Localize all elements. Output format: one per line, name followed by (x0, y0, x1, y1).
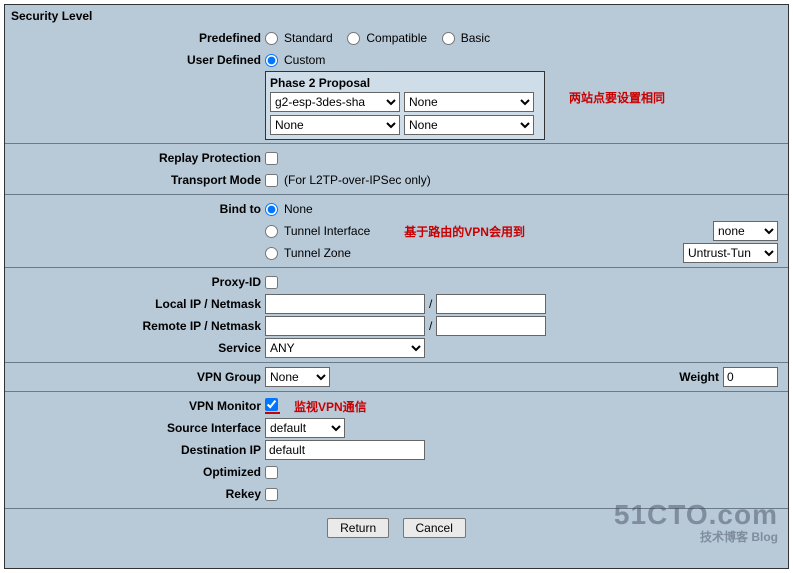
predefined-label: Predefined (5, 28, 265, 48)
config-panel: Security Level Predefined Standard Compa… (4, 4, 789, 569)
slash: / (429, 297, 432, 311)
row-transport: Transport Mode (For L2TP-over-IPSec only… (5, 169, 788, 191)
row-vpn-monitor: VPN Monitor 监视VPN通信 (5, 395, 788, 417)
predefined-compatible-radio[interactable] (347, 32, 360, 45)
row-optimized: Optimized (5, 461, 788, 483)
predefined-basic-radio[interactable] (442, 32, 455, 45)
transport-hint: (For L2TP-over-IPSec only) (284, 173, 431, 187)
divider (5, 267, 788, 268)
divider (5, 194, 788, 195)
divider (5, 391, 788, 392)
row-bind-zone: Tunnel Zone Untrust-Tun (5, 242, 788, 264)
optimized-label: Optimized (5, 462, 265, 482)
row-proxy-id: Proxy-ID (5, 271, 788, 293)
local-ip-label: Local IP / Netmask (5, 294, 265, 314)
return-button[interactable]: Return (327, 518, 389, 538)
vpn-group-label: VPN Group (5, 367, 265, 387)
section-heading: Security Level (5, 5, 788, 27)
row-source-if: Source Interface default (5, 417, 788, 439)
row-predefined: Predefined Standard Compatible Basic (5, 27, 788, 49)
phase2-proposal-title: Phase 2 Proposal (270, 76, 540, 90)
row-replay: Replay Protection (5, 147, 788, 169)
row-remote-ip: Remote IP / Netmask / (5, 315, 788, 337)
bind-tunnel-if-label: Tunnel Interface (284, 224, 370, 238)
row-service: Service ANY (5, 337, 788, 359)
phase2-proposal-box: Phase 2 Proposal g2-esp-3des-sha None No… (265, 71, 545, 140)
source-if-select[interactable]: default (265, 418, 345, 438)
replay-label: Replay Protection (5, 148, 265, 168)
proposal-select-2[interactable]: None (404, 92, 534, 112)
divider (5, 362, 788, 363)
remote-ip-input[interactable] (265, 316, 425, 336)
divider (5, 508, 788, 509)
weight-input[interactable] (723, 367, 778, 387)
bind-label: Bind to (5, 199, 265, 219)
vpn-group-select[interactable]: None (265, 367, 330, 387)
user-defined-label: User Defined (5, 50, 265, 70)
optimized-checkbox[interactable] (265, 466, 278, 479)
proposal-note: 两站点要设置相同 (569, 89, 665, 106)
proposal-select-4[interactable]: None (404, 115, 534, 135)
row-local-ip: Local IP / Netmask / (5, 293, 788, 315)
user-defined-custom-radio[interactable] (265, 54, 278, 67)
proxy-id-label: Proxy-ID (5, 272, 265, 292)
source-if-label: Source Interface (5, 418, 265, 438)
replay-checkbox[interactable] (265, 152, 278, 165)
vpn-monitor-checkbox[interactable] (265, 398, 278, 411)
bind-none-radio[interactable] (265, 203, 278, 216)
row-bind-if: Tunnel Interface 基于路由的VPN会用到 none (5, 220, 788, 242)
dest-ip-label: Destination IP (5, 440, 265, 460)
predefined-basic-label: Basic (461, 31, 490, 45)
remote-netmask-input[interactable] (436, 316, 546, 336)
service-select[interactable]: ANY (265, 338, 425, 358)
bind-tunnel-zone-radio[interactable] (265, 247, 278, 260)
rekey-label: Rekey (5, 484, 265, 504)
bind-none-label: None (284, 202, 313, 216)
bind-if-select[interactable]: none (713, 221, 778, 241)
predefined-standard-label: Standard (284, 31, 333, 45)
row-bind-none: Bind to None (5, 198, 788, 220)
dest-ip-input[interactable] (265, 440, 425, 460)
proposal-select-1[interactable]: g2-esp-3des-sha (270, 92, 400, 112)
vpn-monitor-label: VPN Monitor (5, 396, 265, 416)
row-dest-ip: Destination IP (5, 439, 788, 461)
local-netmask-input[interactable] (436, 294, 546, 314)
proxy-id-checkbox[interactable] (265, 276, 278, 289)
bind-tunnel-zone-label: Tunnel Zone (284, 246, 351, 260)
proposal-select-3[interactable]: None (270, 115, 400, 135)
row-user-defined: User Defined Custom (5, 49, 788, 71)
predefined-compatible-label: Compatible (366, 31, 427, 45)
row-vpn-group: VPN Group None Weight (5, 366, 788, 388)
user-defined-custom-label: Custom (284, 53, 325, 67)
bind-zone-select[interactable]: Untrust-Tun (683, 243, 778, 263)
row-rekey: Rekey (5, 483, 788, 505)
button-bar: Return Cancel (5, 512, 788, 544)
slash: / (429, 319, 432, 333)
bind-tunnel-if-radio[interactable] (265, 225, 278, 238)
row-proposal: Phase 2 Proposal g2-esp-3des-sha None No… (5, 71, 788, 140)
local-ip-input[interactable] (265, 294, 425, 314)
vpn-monitor-note: 监视VPN通信 (294, 398, 367, 415)
predefined-standard-radio[interactable] (265, 32, 278, 45)
bind-note: 基于路由的VPN会用到 (404, 223, 525, 240)
rekey-checkbox[interactable] (265, 488, 278, 501)
cancel-button[interactable]: Cancel (403, 518, 466, 538)
weight-label: Weight (679, 370, 719, 384)
service-label: Service (5, 338, 265, 358)
transport-checkbox[interactable] (265, 174, 278, 187)
divider (5, 143, 788, 144)
transport-label: Transport Mode (5, 170, 265, 190)
remote-ip-label: Remote IP / Netmask (5, 316, 265, 336)
